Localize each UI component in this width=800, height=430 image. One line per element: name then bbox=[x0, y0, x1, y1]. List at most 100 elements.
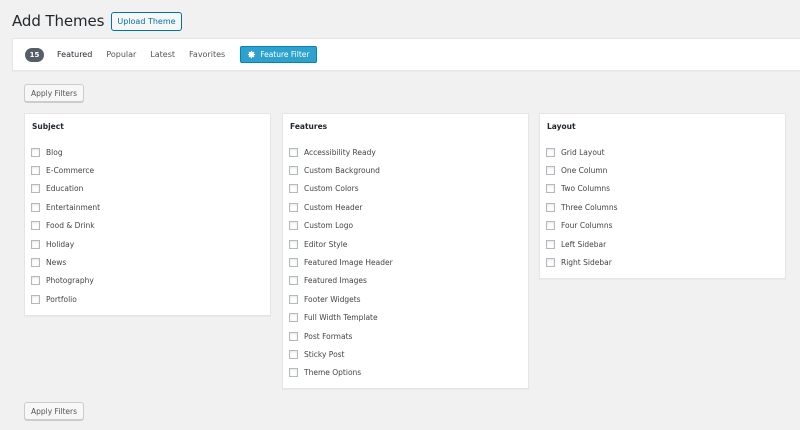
checkbox[interactable] bbox=[289, 147, 298, 157]
filter-option[interactable]: Left Sidebar bbox=[546, 235, 618, 253]
checkbox[interactable] bbox=[289, 276, 298, 286]
checkbox[interactable] bbox=[289, 368, 298, 378]
filter-option-label: Two Columns bbox=[561, 184, 611, 194]
filter-option[interactable]: Three Columns bbox=[546, 198, 618, 216]
filter-link-featured[interactable]: Featured bbox=[57, 50, 92, 59]
checkbox[interactable] bbox=[546, 166, 555, 176]
filter-option-label: Full Width Template bbox=[304, 313, 378, 323]
checkbox[interactable] bbox=[546, 221, 555, 231]
checkbox[interactable] bbox=[31, 239, 40, 249]
filter-option[interactable]: Custom Logo bbox=[289, 217, 393, 235]
filter-option[interactable]: Food & Drink bbox=[31, 217, 100, 235]
filter-link-popular[interactable]: Popular bbox=[106, 50, 136, 59]
checkbox[interactable] bbox=[546, 184, 555, 194]
filter-option[interactable]: Custom Colors bbox=[289, 180, 393, 198]
filter-option-label: One Column bbox=[561, 166, 608, 176]
filter-option[interactable]: One Column bbox=[546, 161, 618, 179]
checkbox[interactable] bbox=[31, 276, 40, 286]
filter-option-label: Photography bbox=[46, 276, 94, 286]
filter-option-label: Entertainment bbox=[46, 202, 101, 212]
checkbox[interactable] bbox=[546, 202, 555, 212]
filter-option[interactable]: Two Columns bbox=[546, 180, 618, 198]
checkbox[interactable] bbox=[31, 147, 40, 157]
checkbox[interactable] bbox=[289, 221, 298, 231]
filter-option[interactable]: Holiday bbox=[31, 235, 100, 253]
checkbox[interactable] bbox=[31, 184, 40, 194]
subject-options: Blog E-Commerce Education Entertainment Food… bbox=[31, 143, 100, 309]
filter-option[interactable]: Custom Header bbox=[289, 198, 393, 216]
filter-option-label: Custom Header bbox=[304, 202, 363, 212]
upload-theme-button[interactable]: Upload Theme bbox=[111, 11, 182, 31]
checkbox[interactable] bbox=[289, 331, 298, 341]
filter-links: Featured Popular Latest Favorites bbox=[57, 50, 239, 59]
filter-option-label: Holiday bbox=[46, 239, 75, 249]
checkbox[interactable] bbox=[289, 184, 298, 194]
filter-option-label: Custom Background bbox=[304, 166, 380, 176]
filter-option-label: Featured Image Header bbox=[304, 258, 393, 268]
filter-option[interactable]: Four Columns bbox=[546, 217, 618, 235]
checkbox[interactable] bbox=[289, 166, 298, 176]
checkbox[interactable] bbox=[289, 313, 298, 323]
filter-option-label: Education bbox=[46, 184, 84, 194]
filter-option[interactable]: Sticky Post bbox=[289, 345, 393, 363]
filter-option-label: Accessibility Ready bbox=[304, 147, 376, 157]
filter-option[interactable]: Blog bbox=[31, 143, 100, 161]
filter-option-label: Three Columns bbox=[561, 202, 618, 212]
filter-option[interactable]: Entertainment bbox=[31, 198, 100, 216]
apply-filters-button-bottom[interactable]: Apply Filters bbox=[24, 402, 85, 420]
feature-filter-button[interactable]: Feature Filter bbox=[240, 46, 317, 63]
filter-option[interactable]: Post Formats bbox=[289, 327, 393, 345]
filter-link-latest[interactable]: Latest bbox=[150, 50, 175, 59]
filter-option-label: Editor Style bbox=[304, 239, 348, 249]
filter-option[interactable]: Full Width Template bbox=[289, 309, 393, 327]
theme-filter-bar: 15 Featured Popular Latest Favorites Fea… bbox=[12, 38, 800, 71]
filter-option[interactable]: Education bbox=[31, 180, 100, 198]
filter-option-label: Featured Images bbox=[304, 276, 367, 286]
filter-option[interactable]: Photography bbox=[31, 272, 100, 290]
filter-option-label: Food & Drink bbox=[46, 221, 95, 231]
checkbox[interactable] bbox=[31, 221, 40, 231]
filter-option[interactable]: Right Sidebar bbox=[546, 253, 618, 271]
filter-option-label: Four Columns bbox=[561, 221, 613, 231]
filter-option[interactable]: Featured Image Header bbox=[289, 253, 393, 271]
checkbox[interactable] bbox=[289, 239, 298, 249]
feature-filter-label: Feature Filter bbox=[260, 50, 310, 59]
checkbox[interactable] bbox=[546, 147, 555, 157]
checkbox[interactable] bbox=[31, 294, 40, 304]
filter-option-label: Footer Widgets bbox=[304, 294, 361, 304]
checkbox[interactable] bbox=[546, 239, 555, 249]
filter-option[interactable]: Grid Layout bbox=[546, 143, 618, 161]
filter-option[interactable]: Footer Widgets bbox=[289, 290, 393, 308]
apply-filters-button-top[interactable]: Apply Filters bbox=[24, 84, 85, 102]
checkbox[interactable] bbox=[546, 258, 555, 268]
checkbox[interactable] bbox=[289, 294, 298, 304]
filter-option[interactable]: Portfolio bbox=[31, 290, 100, 308]
filter-group-title: Layout bbox=[547, 122, 576, 131]
checkbox[interactable] bbox=[289, 349, 298, 359]
layout-options: Grid Layout One Column Two Columns Three Co… bbox=[546, 143, 618, 272]
filter-option-label: News bbox=[46, 258, 67, 268]
filter-group-layout: Layout Grid Layout One Column Two Columns T… bbox=[539, 113, 786, 279]
filter-group-features: Features Accessibility Ready Custom Backg… bbox=[282, 113, 529, 389]
theme-count-badge: 15 bbox=[25, 47, 44, 62]
filter-option[interactable]: Custom Background bbox=[289, 161, 393, 179]
gear-icon bbox=[248, 50, 256, 59]
filter-option[interactable]: Editor Style bbox=[289, 235, 393, 253]
filter-link-favorites[interactable]: Favorites bbox=[189, 50, 225, 59]
filter-option[interactable]: Featured Images bbox=[289, 272, 393, 290]
checkbox[interactable] bbox=[289, 202, 298, 212]
filter-option[interactable]: News bbox=[31, 253, 100, 271]
filter-option-label: Left Sidebar bbox=[561, 239, 607, 249]
checkbox[interactable] bbox=[31, 202, 40, 212]
filter-option-label: Portfolio bbox=[46, 294, 77, 304]
filter-option[interactable]: E-Commerce bbox=[31, 161, 100, 179]
filter-option-label: E-Commerce bbox=[46, 166, 95, 176]
filter-option[interactable]: Theme Options bbox=[289, 364, 393, 382]
filter-option[interactable]: Accessibility Ready bbox=[289, 143, 393, 161]
page-title: Add Themes bbox=[12, 12, 105, 30]
checkbox[interactable] bbox=[31, 258, 40, 268]
page-header: Add Themes Upload Theme bbox=[12, 10, 182, 32]
checkbox[interactable] bbox=[289, 258, 298, 268]
checkbox[interactable] bbox=[31, 166, 40, 176]
filter-option-label: Right Sidebar bbox=[561, 258, 612, 268]
